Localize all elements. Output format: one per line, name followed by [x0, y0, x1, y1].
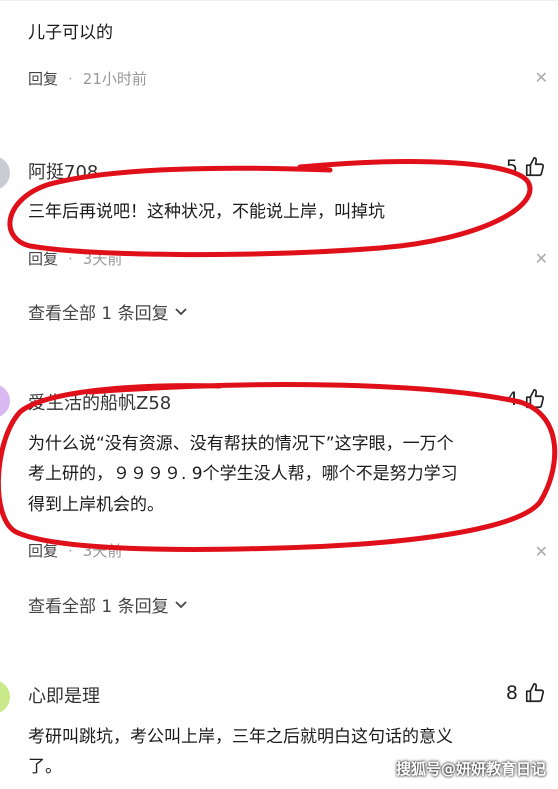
comment-text-line: 得到上岸机会的。: [28, 495, 164, 515]
avatar[interactable]: [0, 156, 10, 190]
like-count: 4: [505, 388, 518, 410]
like-count: 5: [505, 156, 518, 178]
view-all-replies[interactable]: 查看全部 1 条回复: [28, 299, 188, 324]
view-all-label: 查看全部 1 条回复: [28, 304, 169, 324]
comment-text-line: 为什么说“没有资源、没有帮扶的情况下”这字眼，一万个: [28, 434, 454, 454]
chevron-down-icon: [174, 600, 187, 608]
close-icon[interactable]: ✕: [535, 68, 548, 87]
comment-time: 3天前: [82, 542, 123, 560]
comment-text-line: 考上研的，９９９９. 9个学生没人帮，哪个不是努力学习: [28, 464, 458, 484]
view-all-label: 查看全部 1 条回复: [28, 597, 169, 617]
comment-meta: 回复 · 3天前: [28, 248, 122, 269]
close-icon[interactable]: ✕: [535, 249, 548, 268]
reply-button[interactable]: 回复: [28, 540, 58, 561]
comment-username[interactable]: 爱生活的船帆Z58: [28, 389, 171, 415]
chevron-down-icon: [174, 307, 187, 315]
avatar[interactable]: [0, 384, 10, 418]
meta-separator: ·: [68, 69, 73, 88]
comment-time: 21小时前: [82, 70, 147, 88]
view-all-replies[interactable]: 查看全部 1 条回复: [28, 592, 188, 617]
thumbs-up-icon: [525, 683, 545, 703]
comment-text: 儿子可以的: [28, 23, 113, 43]
like-button[interactable]: 8: [506, 682, 546, 704]
comment-text-line: 了。: [28, 757, 62, 777]
thumbs-up-icon: [525, 389, 545, 409]
top-divider: [0, 0, 558, 1]
comment-username[interactable]: 阿挺708: [28, 158, 98, 184]
comment-text-line: 考研叫跳坑，考公叫上岸，三年之后就明白这句话的意义: [28, 727, 453, 747]
like-button[interactable]: 4: [506, 388, 546, 410]
like-button[interactable]: 5: [506, 156, 546, 178]
close-icon[interactable]: ✕: [535, 542, 548, 561]
meta-separator: ·: [68, 541, 73, 560]
comment-text: 三年后再说吧！这种状况，不能说上岸，叫掉坑: [28, 202, 385, 222]
comment-meta: 回复 · 21小时前: [28, 68, 147, 89]
thumbs-up-icon: [525, 157, 545, 177]
comment-meta: 回复 · 3天前: [28, 540, 122, 561]
watermark: 搜狐号@妍妍教育日记: [395, 760, 546, 778]
comment-username[interactable]: 心即是理: [28, 682, 100, 708]
reply-button[interactable]: 回复: [28, 68, 58, 89]
reply-button[interactable]: 回复: [28, 248, 58, 269]
avatar[interactable]: [0, 680, 10, 714]
comment-time: 3天前: [82, 250, 123, 268]
like-count: 8: [505, 682, 518, 704]
meta-separator: ·: [68, 249, 73, 268]
